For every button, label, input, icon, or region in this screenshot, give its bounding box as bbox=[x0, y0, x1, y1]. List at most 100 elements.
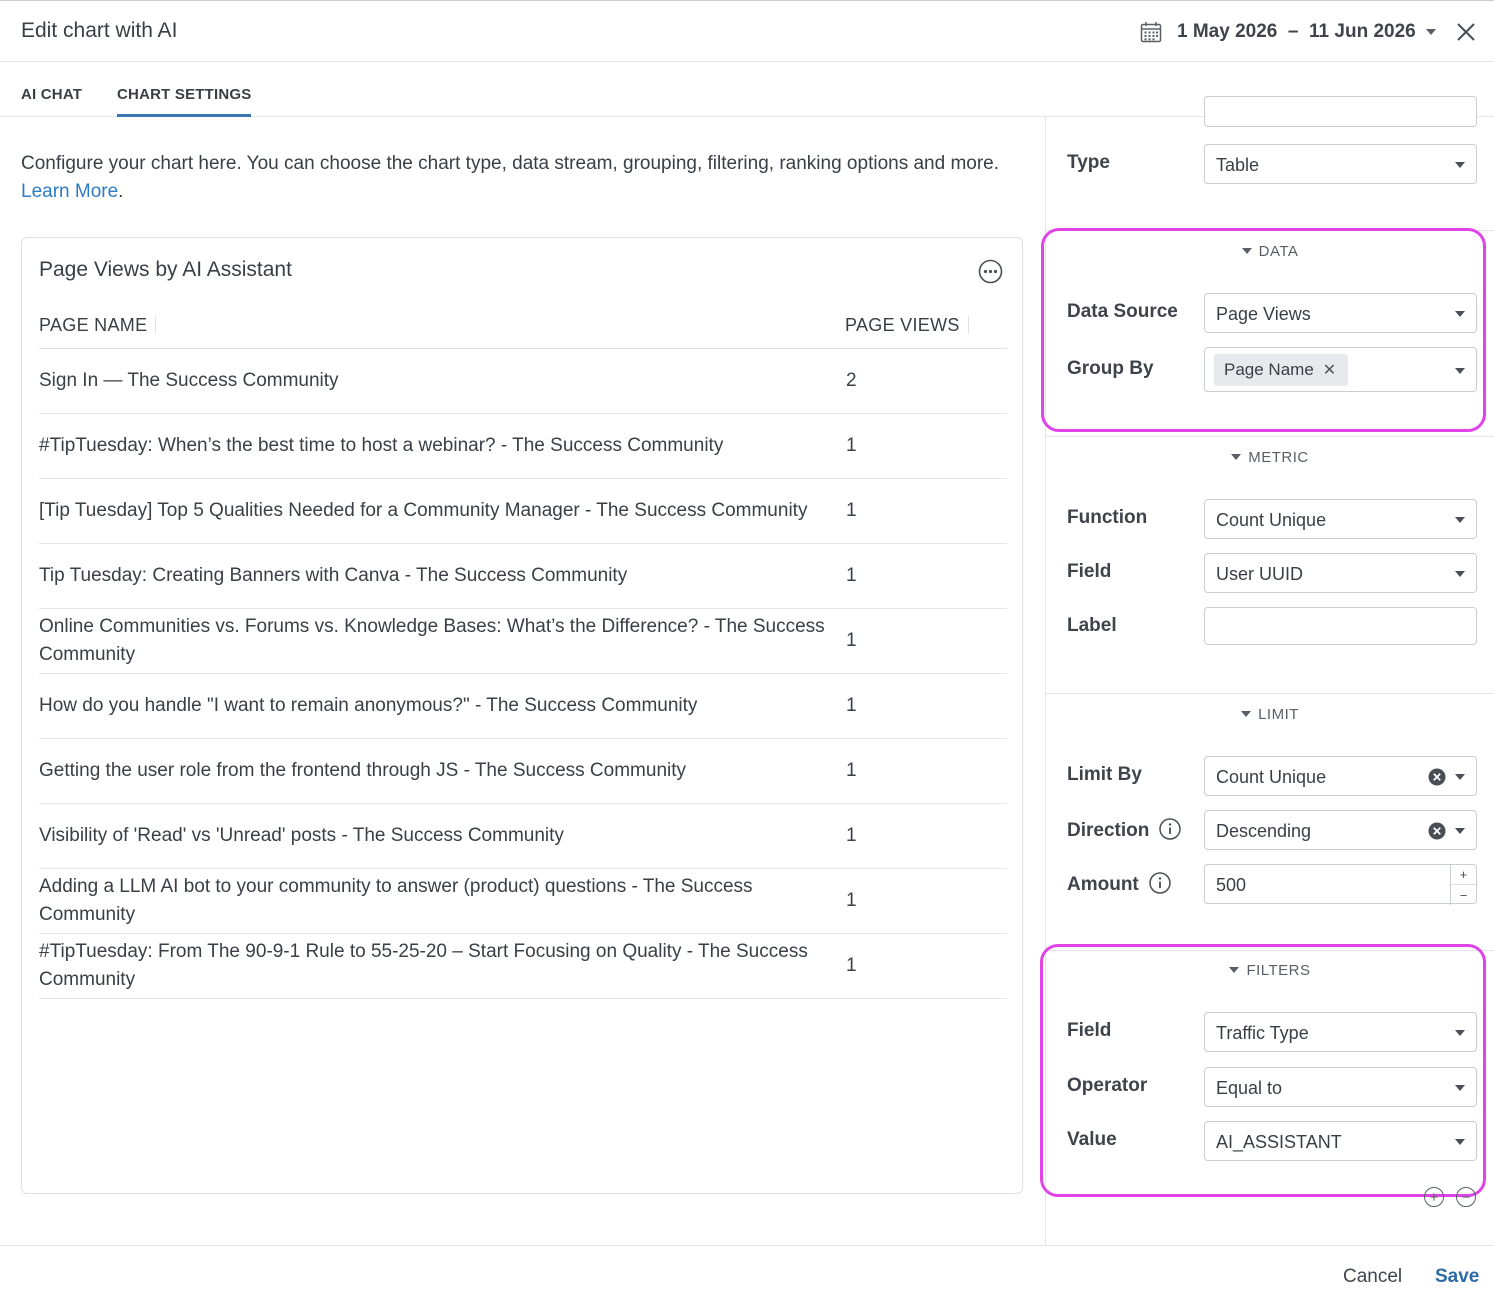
page-views-cell: 1 bbox=[846, 825, 857, 846]
date-range-label: 1 May 2026 – 11 Jun 2026 bbox=[1177, 21, 1416, 42]
metric-field-label: Field bbox=[1067, 561, 1112, 582]
caret-down-icon bbox=[1241, 711, 1252, 717]
limit-by-value: Count Unique bbox=[1216, 767, 1327, 787]
learn-more-link[interactable]: Learn More bbox=[21, 181, 118, 202]
amount-label-wrap: Amount bbox=[1067, 872, 1171, 896]
section-divider bbox=[1046, 436, 1494, 437]
page-name-cell: #TipTuesday: From The 90-9-1 Rule to 55-… bbox=[39, 941, 808, 990]
chart-title: Page Views by AI Assistant bbox=[39, 258, 292, 281]
more-options-icon[interactable] bbox=[978, 259, 1003, 284]
table-row: Visibility of 'Read' vs 'Unread' posts -… bbox=[39, 804, 1007, 869]
table-row: #TipTuesday: From The 90-9-1 Rule to 55-… bbox=[39, 934, 1007, 999]
table-row: [Tip Tuesday] Top 5 Qualities Needed for… bbox=[39, 479, 1007, 544]
close-icon[interactable] bbox=[1455, 21, 1477, 43]
info-icon[interactable] bbox=[1149, 872, 1171, 894]
page-name-cell: Sign In — The Success Community bbox=[39, 370, 339, 391]
table-row: Getting the user role from the frontend … bbox=[39, 739, 1007, 804]
cancel-button[interactable]: Cancel bbox=[1343, 1266, 1402, 1288]
metric-section-heading: METRIC bbox=[1248, 449, 1309, 466]
remove-filter-button[interactable]: − bbox=[1456, 1187, 1476, 1207]
add-filter-button[interactable]: + bbox=[1424, 1187, 1444, 1207]
type-select[interactable]: Table bbox=[1204, 144, 1477, 184]
table-body: Sign In — The Success Community 2 #TipTue… bbox=[39, 348, 1007, 999]
type-value: Table bbox=[1216, 155, 1260, 175]
dialog-header: Edit chart with AI 1 May 2026 – 11 Jun 2… bbox=[0, 0, 1494, 62]
table-row: Online Communities vs. Forums vs. Knowle… bbox=[39, 609, 1007, 674]
page-name-cell: Visibility of 'Read' vs 'Unread' posts -… bbox=[39, 825, 564, 846]
decrement-button[interactable]: − bbox=[1451, 885, 1476, 905]
table-row: Sign In — The Success Community 2 bbox=[39, 349, 1007, 414]
increment-button[interactable]: + bbox=[1451, 865, 1476, 885]
table-row: How do you handle "I want to remain anon… bbox=[39, 674, 1007, 739]
save-button[interactable]: Save bbox=[1435, 1266, 1479, 1288]
function-select[interactable]: Count Unique bbox=[1204, 499, 1477, 539]
page-views-cell: 1 bbox=[846, 565, 857, 586]
column-header-page-views[interactable]: PAGE VIEWS bbox=[845, 315, 969, 336]
amount-stepper[interactable]: + − bbox=[1450, 865, 1476, 905]
direction-label: Direction bbox=[1067, 820, 1150, 841]
clear-icon[interactable] bbox=[1428, 768, 1446, 786]
page-name-cell: #TipTuesday: When’s the best time to hos… bbox=[39, 435, 724, 456]
table-row: Tip Tuesday: Creating Banners with Canva… bbox=[39, 544, 1007, 609]
metric-label-input[interactable] bbox=[1204, 607, 1477, 645]
chevron-down-icon bbox=[1455, 517, 1465, 523]
caret-down-icon bbox=[1231, 454, 1242, 460]
type-label: Type bbox=[1067, 152, 1110, 173]
direction-value: Descending bbox=[1216, 821, 1312, 841]
intro-text: Configure your chart here. You can choos… bbox=[21, 150, 1011, 206]
metric-field-value: User UUID bbox=[1216, 564, 1304, 584]
clear-icon[interactable] bbox=[1428, 822, 1446, 840]
sort-icon bbox=[155, 316, 157, 334]
limit-section-toggle[interactable]: LIMIT bbox=[1046, 706, 1494, 723]
limit-by-select[interactable]: Count Unique bbox=[1204, 756, 1477, 796]
calendar-icon bbox=[1140, 22, 1162, 43]
page-views-cell: 1 bbox=[846, 955, 857, 976]
scrolled-select[interactable] bbox=[1204, 96, 1477, 127]
page-name-cell: Getting the user role from the frontend … bbox=[39, 760, 687, 781]
date-range-picker[interactable]: 1 May 2026 – 11 Jun 2026 bbox=[1140, 19, 1436, 45]
limit-section-heading: LIMIT bbox=[1258, 706, 1299, 723]
dialog-footer: Cancel Save bbox=[0, 1245, 1494, 1302]
function-label: Function bbox=[1067, 507, 1148, 528]
page-name-cell: Adding a LLM AI bot to your community to… bbox=[39, 876, 753, 925]
page-views-cell: 1 bbox=[846, 630, 857, 651]
column-header-label: PAGE NAME bbox=[39, 315, 148, 335]
page-views-cell: 2 bbox=[846, 370, 857, 391]
amount-value: 500 bbox=[1216, 875, 1247, 895]
page-name-cell: How do you handle "I want to remain anon… bbox=[39, 695, 698, 716]
column-header-page-name[interactable]: PAGE NAME bbox=[39, 315, 157, 336]
filters-highlight-box bbox=[1040, 944, 1486, 1197]
page-views-cell: 1 bbox=[846, 500, 857, 521]
table-row: Adding a LLM AI bot to your community to… bbox=[39, 869, 1007, 934]
intro-description: Configure your chart here. You can choos… bbox=[21, 153, 1000, 174]
data-highlight-box bbox=[1041, 228, 1486, 432]
chevron-down-icon bbox=[1455, 571, 1465, 577]
intro-period: . bbox=[118, 181, 124, 202]
tab-chart-settings[interactable]: CHART SETTINGS bbox=[117, 86, 252, 117]
info-icon[interactable] bbox=[1159, 818, 1182, 840]
chevron-down-icon bbox=[1455, 828, 1465, 834]
metric-section-toggle[interactable]: METRIC bbox=[1046, 449, 1494, 466]
section-divider bbox=[1046, 693, 1494, 694]
page-name-cell: Tip Tuesday: Creating Banners with Canva… bbox=[39, 565, 628, 586]
page-name-cell: [Tip Tuesday] Top 5 Qualities Needed for… bbox=[39, 500, 808, 521]
chevron-down-icon bbox=[1455, 774, 1465, 780]
amount-input[interactable]: 500 + − bbox=[1204, 864, 1477, 905]
page-views-cell: 1 bbox=[846, 760, 857, 781]
page-views-cell: 1 bbox=[846, 435, 857, 456]
function-value: Count Unique bbox=[1216, 510, 1327, 530]
tab-ai-chat[interactable]: AI CHAT bbox=[21, 86, 82, 103]
direction-label-wrap: Direction bbox=[1067, 818, 1182, 842]
chevron-down-icon bbox=[1425, 29, 1436, 35]
table-row: #TipTuesday: When’s the best time to hos… bbox=[39, 414, 1007, 479]
chart-preview-card: Page Views by AI Assistant PAGE NAME PAG… bbox=[21, 237, 1023, 1194]
limit-by-label: Limit By bbox=[1067, 764, 1142, 785]
column-header-label: PAGE VIEWS bbox=[845, 315, 960, 335]
page-name-cell: Online Communities vs. Forums vs. Knowle… bbox=[39, 616, 825, 665]
metric-field-select[interactable]: User UUID bbox=[1204, 553, 1477, 593]
metric-label-label: Label bbox=[1067, 615, 1117, 636]
sort-icon bbox=[967, 316, 969, 334]
direction-select[interactable]: Descending bbox=[1204, 810, 1477, 850]
page-views-cell: 1 bbox=[846, 890, 857, 911]
chevron-down-icon bbox=[1455, 162, 1465, 168]
